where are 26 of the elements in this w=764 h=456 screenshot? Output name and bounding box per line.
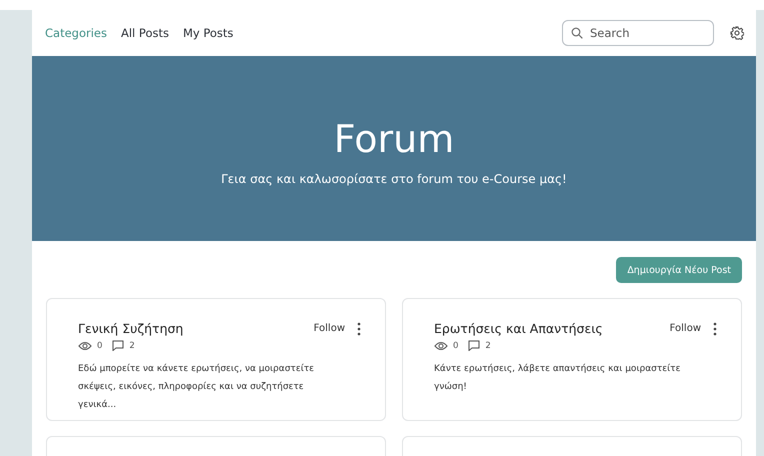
comment-icon [112,340,124,351]
follow-link[interactable]: Follow [670,323,701,334]
view-count: 0 [97,340,102,350]
more-options-icon[interactable] [357,322,361,336]
comment-count: 2 [129,340,135,350]
search-field[interactable]: Search [562,20,714,46]
category-title[interactable]: Ερωτήσεις και Απαντήσεις [434,321,670,336]
category-description: Εδώ μπορείτε να κάνετε ερωτήσεις, να μοιραστείτε σκέψεις, εικόνες, πληροφορίες και να συζητήσετε γενικά... [78,362,316,412]
category-title[interactable]: Γενική Συζήτηση [78,321,314,336]
nav-tab[interactable]: My Posts [182,26,234,40]
settings-icon[interactable] [730,26,744,40]
category-card[interactable]: Γενική Συζήτηση Follow 0 2 Εδώ μπορείτε να κάνετε ερωτήσεις, να μοιραστείτε σκέψεις, εικόνες, πληροφορίες και να συζητήσετε γενικά... [46,298,386,421]
view-count: 0 [453,340,458,350]
category-description: Κάντε ερωτήσεις, λάβετε απαντήσεις και μοιραστείτε γνώση! [434,362,682,394]
eye-icon [434,340,448,350]
nav-tab[interactable]: All Posts [121,26,169,40]
banner-title: Forum [334,116,454,162]
nav-tab[interactable]: Categories [45,26,107,40]
search-icon [571,27,583,39]
more-options-icon[interactable] [713,322,717,336]
category-card[interactable]: Ερωτήσεις και Απαντήσεις Follow 0 2 Κάντε ερωτήσεις, λάβετε απαντήσεις και μοιραστείτε γνώση! [402,298,742,421]
comment-count: 2 [485,340,491,350]
comment-icon [468,340,480,351]
follow-link[interactable]: Follow [314,323,345,334]
eye-icon [78,340,92,350]
banner-subtitle: Γεια σας και καλωσορίσατε στο forum του e-Course μας! [221,172,567,186]
